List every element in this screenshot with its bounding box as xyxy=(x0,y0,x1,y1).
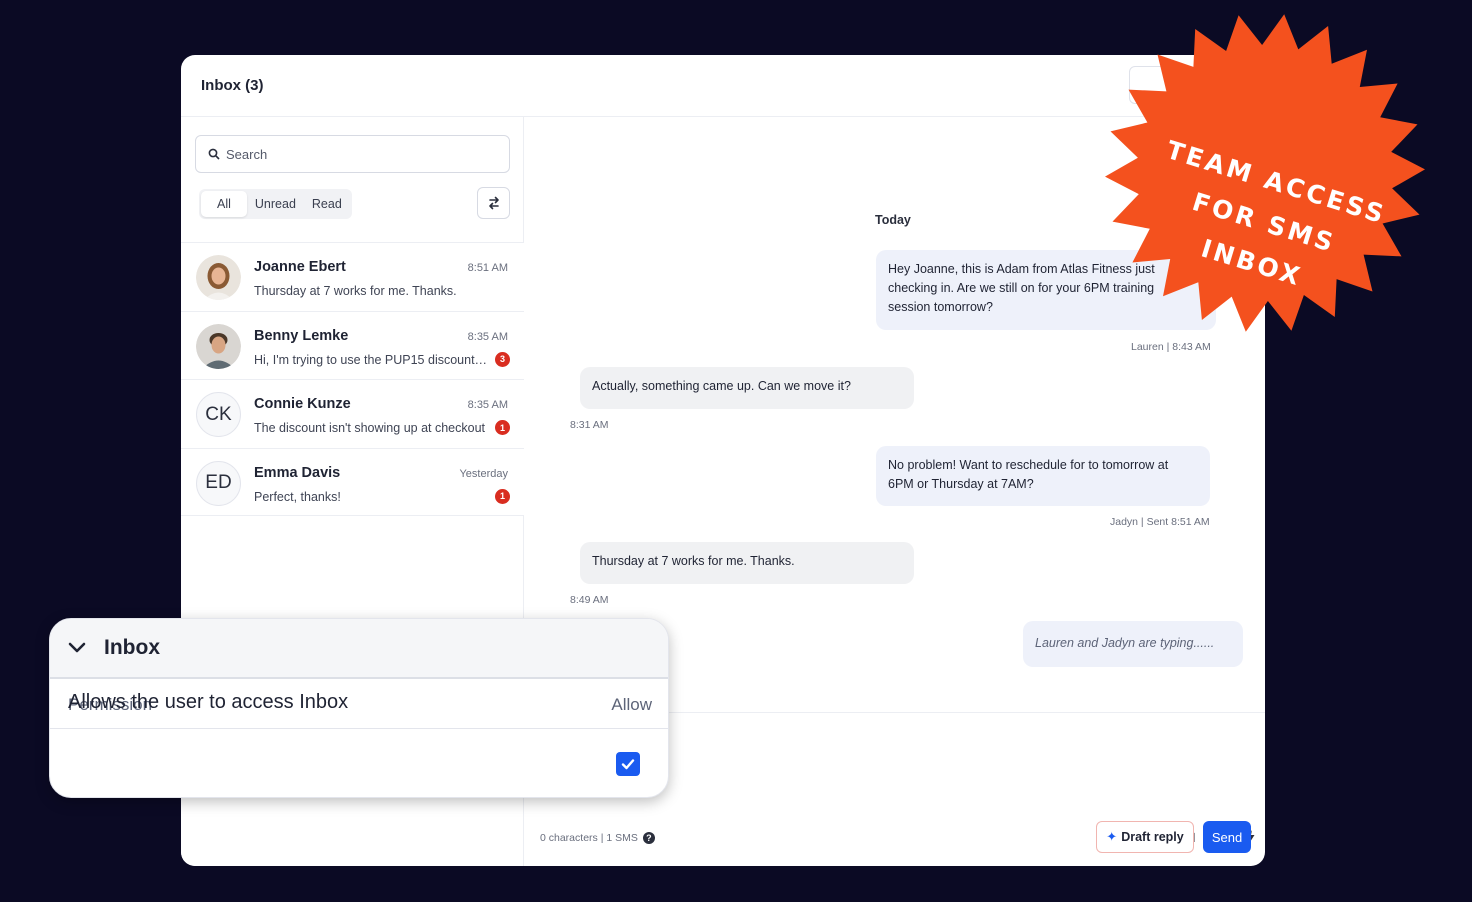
draft-reply-label: Draft reply xyxy=(1121,830,1184,844)
message-time: 8:35 AM xyxy=(467,399,508,411)
search-input[interactable] xyxy=(226,146,486,162)
avatar xyxy=(196,323,241,369)
contact-name: Connie Kunze xyxy=(254,396,351,412)
conversation-list: Joanne Ebert 8:51 AM Thursday at 7 works… xyxy=(181,242,524,516)
swap-arrows-icon xyxy=(488,196,499,210)
message-time: Yesterday xyxy=(459,467,508,480)
search-box[interactable] xyxy=(195,135,510,173)
send-button[interactable]: Send xyxy=(1203,821,1251,853)
conversation-item[interactable]: Benny Lemke 8:35 AM Hi, I'm trying to us… xyxy=(181,310,524,379)
contact-name: Joanne Ebert xyxy=(254,259,346,275)
permission-card: Inbox Permission Allow Allows the user t… xyxy=(49,618,669,798)
tab-unread[interactable]: Unread xyxy=(247,191,304,217)
checkmark-icon xyxy=(621,759,635,770)
sparkle-icon: ✦ xyxy=(1106,829,1118,844)
avatar: CK xyxy=(196,392,241,437)
message-preview: Hi, I'm trying to use the PUP15 discount… xyxy=(254,352,490,367)
message-line: No problem! Want to reschedule for to to… xyxy=(888,458,1169,472)
contact-name: Benny Lemke xyxy=(254,327,349,344)
sort-button[interactable] xyxy=(477,187,510,219)
person-photo-icon xyxy=(196,323,241,369)
filter-tabs: All Unread Read xyxy=(199,189,352,219)
message-meta: Lauren | 8:43 AM xyxy=(1131,341,1211,353)
unread-badge: 1 xyxy=(495,420,510,435)
character-counter: 0 characters | 1 SMS ? xyxy=(540,832,655,844)
unread-badge: 3 xyxy=(495,351,510,367)
message-bubble-incoming: Actually, something came up. Can we move… xyxy=(580,367,914,409)
date-divider: Today xyxy=(875,213,911,227)
search-icon xyxy=(208,148,220,160)
message-bubble-incoming: Thursday at 7 works for me. Thanks. xyxy=(580,542,914,584)
permission-card-title: Inbox xyxy=(104,636,160,659)
permission-checkbox[interactable] xyxy=(616,752,640,776)
unread-badge: 1 xyxy=(495,488,510,504)
typing-indicator: Lauren and Jadyn are typing...... xyxy=(1023,621,1243,667)
message-preview: Thursday at 7 works for me. Thanks. xyxy=(254,284,457,298)
contact-name: Emma Davis xyxy=(254,464,341,481)
permission-card-header[interactable]: Inbox xyxy=(50,619,668,679)
conversation-item[interactable]: CK Connie Kunze 8:35 AM The discount isn… xyxy=(181,379,524,448)
avatar xyxy=(196,255,241,300)
help-icon[interactable]: ? xyxy=(642,832,655,844)
character-count-text: 0 characters | 1 SMS xyxy=(540,832,638,844)
avatar: ED xyxy=(196,460,241,506)
tab-all[interactable]: All xyxy=(201,191,247,217)
message-meta: 8:49 AM xyxy=(570,594,609,606)
draft-reply-button[interactable]: ✦ Draft reply xyxy=(1096,821,1194,853)
person-photo-icon xyxy=(196,255,241,300)
message-preview: The discount isn't showing up at checkou… xyxy=(254,421,485,435)
chevron-down-icon[interactable] xyxy=(68,641,86,655)
page-title: Inbox (3) xyxy=(201,77,264,94)
message-meta: 8:31 AM xyxy=(570,419,609,431)
message-meta: Jadyn | Sent 8:51 AM xyxy=(1110,516,1210,528)
tab-read[interactable]: Read xyxy=(304,191,350,217)
permission-description: Allows the user to access Inbox xyxy=(68,691,349,713)
message-time: 8:35 AM xyxy=(467,330,508,343)
message-time: 8:51 AM xyxy=(467,262,508,274)
message-line: 6PM or Thursday at 7AM? xyxy=(888,477,1034,491)
conversation-item[interactable]: ED Emma Davis Yesterday Perfect, thanks!… xyxy=(181,447,524,516)
message-bubble-outgoing: No problem! Want to reschedule for to to… xyxy=(876,446,1210,506)
conversation-item[interactable]: Joanne Ebert 8:51 AM Thursday at 7 works… xyxy=(181,242,524,311)
message-preview: Perfect, thanks! xyxy=(254,489,341,504)
